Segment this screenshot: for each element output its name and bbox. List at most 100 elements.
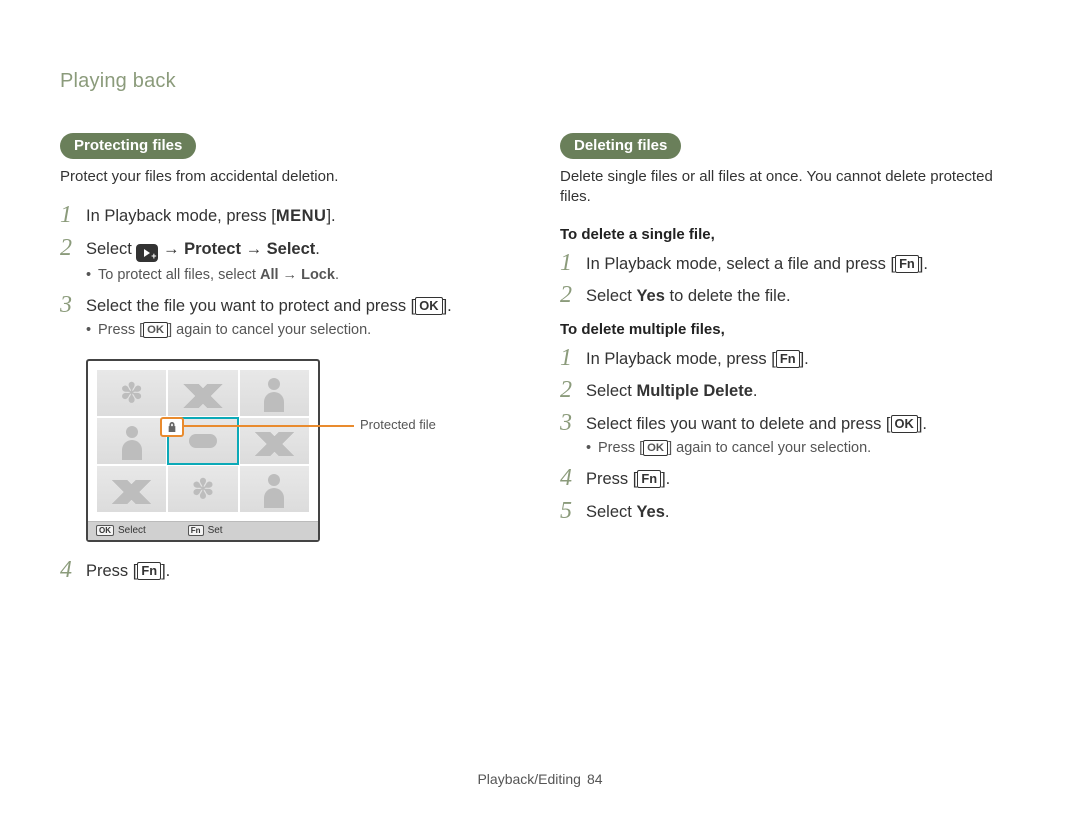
- protect-step-1: In Playback mode, press [MENU].: [86, 205, 520, 227]
- protect-intro: Protect your files from accidental delet…: [60, 167, 520, 187]
- text: In Playback mode, press [: [586, 350, 776, 368]
- protect-step-2: Select → Protect → Select. To protect al…: [86, 238, 520, 286]
- lock-icon: [160, 417, 184, 437]
- text: .: [315, 240, 320, 258]
- text: Select: [586, 382, 636, 400]
- fn-key: Fn: [895, 255, 919, 273]
- delete-multi-step-2: Select Multiple Delete.: [586, 380, 1020, 402]
- text: Press [: [98, 322, 143, 338]
- fn-key: Fn: [776, 350, 800, 368]
- col-delete: Deleting files Delete single files or al…: [560, 133, 1020, 592]
- delete-single-steps: In Playback mode, select a file and pres…: [560, 253, 1020, 308]
- fn-key: Fn: [637, 470, 661, 488]
- protect-label: Protect: [184, 240, 241, 258]
- delete-single-step-1: In Playback mode, select a file and pres…: [586, 253, 1020, 275]
- text: .: [665, 503, 670, 521]
- columns: Protecting files Protect your files from…: [60, 133, 1020, 592]
- callout-line: [182, 425, 354, 427]
- delete-multi-step-3: Select files you want to delete and pres…: [586, 413, 1020, 459]
- lcd-footer: OK Select Fn Set: [88, 521, 318, 540]
- page: Playing back Protecting files Protect yo…: [0, 0, 1080, 815]
- lcd-screen: OK Select Fn Set: [86, 359, 320, 542]
- fn-key: Fn: [137, 562, 161, 580]
- arrow: →: [158, 240, 184, 258]
- text: Select the file you want to protect and …: [86, 297, 415, 315]
- multiple-delete-label: Multiple Delete: [636, 382, 752, 400]
- ok-key-mini: OK: [96, 525, 114, 536]
- thumb-cell: [96, 417, 167, 465]
- callout-protected-file: Protected file: [360, 417, 436, 432]
- thumb-cell: [239, 369, 310, 417]
- fn-key-mini: Fn: [188, 525, 204, 536]
- thumb-cell: [167, 465, 238, 513]
- delete-intro: Delete single files or all files at once…: [560, 167, 1020, 208]
- thumb-cell: [239, 465, 310, 513]
- text: .: [753, 382, 758, 400]
- all-label: All: [260, 267, 279, 283]
- delete-multi-steps: In Playback mode, press [Fn]. Select Mul…: [560, 348, 1020, 523]
- text: Select files you want to delete and pres…: [586, 415, 891, 433]
- text: .: [335, 267, 339, 283]
- lcd-footer-set: Fn Set: [188, 525, 223, 536]
- text: To protect all files, select: [98, 267, 260, 283]
- pill-deleting-files: Deleting files: [560, 133, 681, 159]
- text: ].: [326, 207, 335, 225]
- delete-multi-step-1: In Playback mode, press [Fn].: [586, 348, 1020, 370]
- protect-steps: In Playback mode, press [MENU]. Select →…: [60, 205, 520, 341]
- text: ] again to cancel your selection.: [168, 322, 371, 338]
- protect-step-2-sub: To protect all files, select All → Lock.: [86, 266, 520, 286]
- text: Press [: [86, 562, 137, 580]
- ok-key: OK: [415, 297, 442, 315]
- thumbnail-grid: [88, 361, 318, 521]
- text: In Playback mode, press [: [86, 207, 276, 225]
- text: Press [: [586, 470, 637, 488]
- yes-label: Yes: [636, 503, 664, 521]
- lock-label: Lock: [301, 267, 335, 283]
- thumb-cell: [167, 369, 238, 417]
- text: Select: [86, 240, 136, 258]
- protect-step-3-sub: Press [OK] again to cancel your selectio…: [86, 321, 520, 341]
- col-protect: Protecting files Protect your files from…: [60, 133, 520, 592]
- text: Press [: [598, 440, 643, 456]
- ok-key: OK: [891, 415, 918, 433]
- text: to delete the file.: [665, 287, 791, 305]
- text: In Playback mode, select a file and pres…: [586, 255, 895, 273]
- breadcrumb: Playing back: [60, 70, 1020, 93]
- delete-multi-step-5: Select Yes.: [586, 501, 1020, 523]
- yes-label: Yes: [636, 287, 664, 305]
- pill-protecting-files: Protecting files: [60, 133, 196, 159]
- text: Set: [208, 525, 223, 536]
- text: ].: [661, 470, 670, 488]
- protect-step-4: Press [Fn].: [86, 560, 520, 582]
- text: ].: [443, 297, 452, 315]
- thumb-cell: [96, 465, 167, 513]
- text: ].: [919, 255, 928, 273]
- text: ].: [918, 415, 927, 433]
- delete-single-step-2: Select Yes to delete the file.: [586, 285, 1020, 307]
- text: Select: [118, 525, 146, 536]
- playback-menu-icon: [136, 244, 158, 262]
- text: ].: [800, 350, 809, 368]
- protect-steps-cont: Press [Fn].: [60, 560, 520, 582]
- ok-key: OK: [143, 322, 168, 338]
- subhead-multiple: To delete multiple files,: [560, 321, 1020, 338]
- ok-key: OK: [643, 440, 668, 456]
- lcd-footer-select: OK Select: [96, 525, 146, 536]
- footer-section: Playback/Editing: [477, 771, 581, 787]
- page-footer: Playback/Editing 84: [0, 771, 1080, 787]
- page-number: 84: [587, 771, 603, 787]
- menu-key: MENU: [276, 207, 327, 225]
- text: Select: [586, 287, 636, 305]
- protect-step-3: Select the file you want to protect and …: [86, 295, 520, 341]
- thumb-cell: [96, 369, 167, 417]
- arrow: →: [279, 267, 302, 283]
- select-label: Select: [267, 240, 316, 258]
- delete-multi-step-3-sub: Press [OK] again to cancel your selectio…: [586, 439, 1020, 459]
- text: ] again to cancel your selection.: [668, 440, 871, 456]
- text: Select: [586, 503, 636, 521]
- text: ].: [161, 562, 170, 580]
- lcd-illustration: OK Select Fn Set Protected file: [86, 359, 446, 542]
- arrow: →: [241, 240, 267, 258]
- delete-multi-step-4: Press [Fn].: [586, 468, 1020, 490]
- subhead-single: To delete a single file,: [560, 226, 1020, 243]
